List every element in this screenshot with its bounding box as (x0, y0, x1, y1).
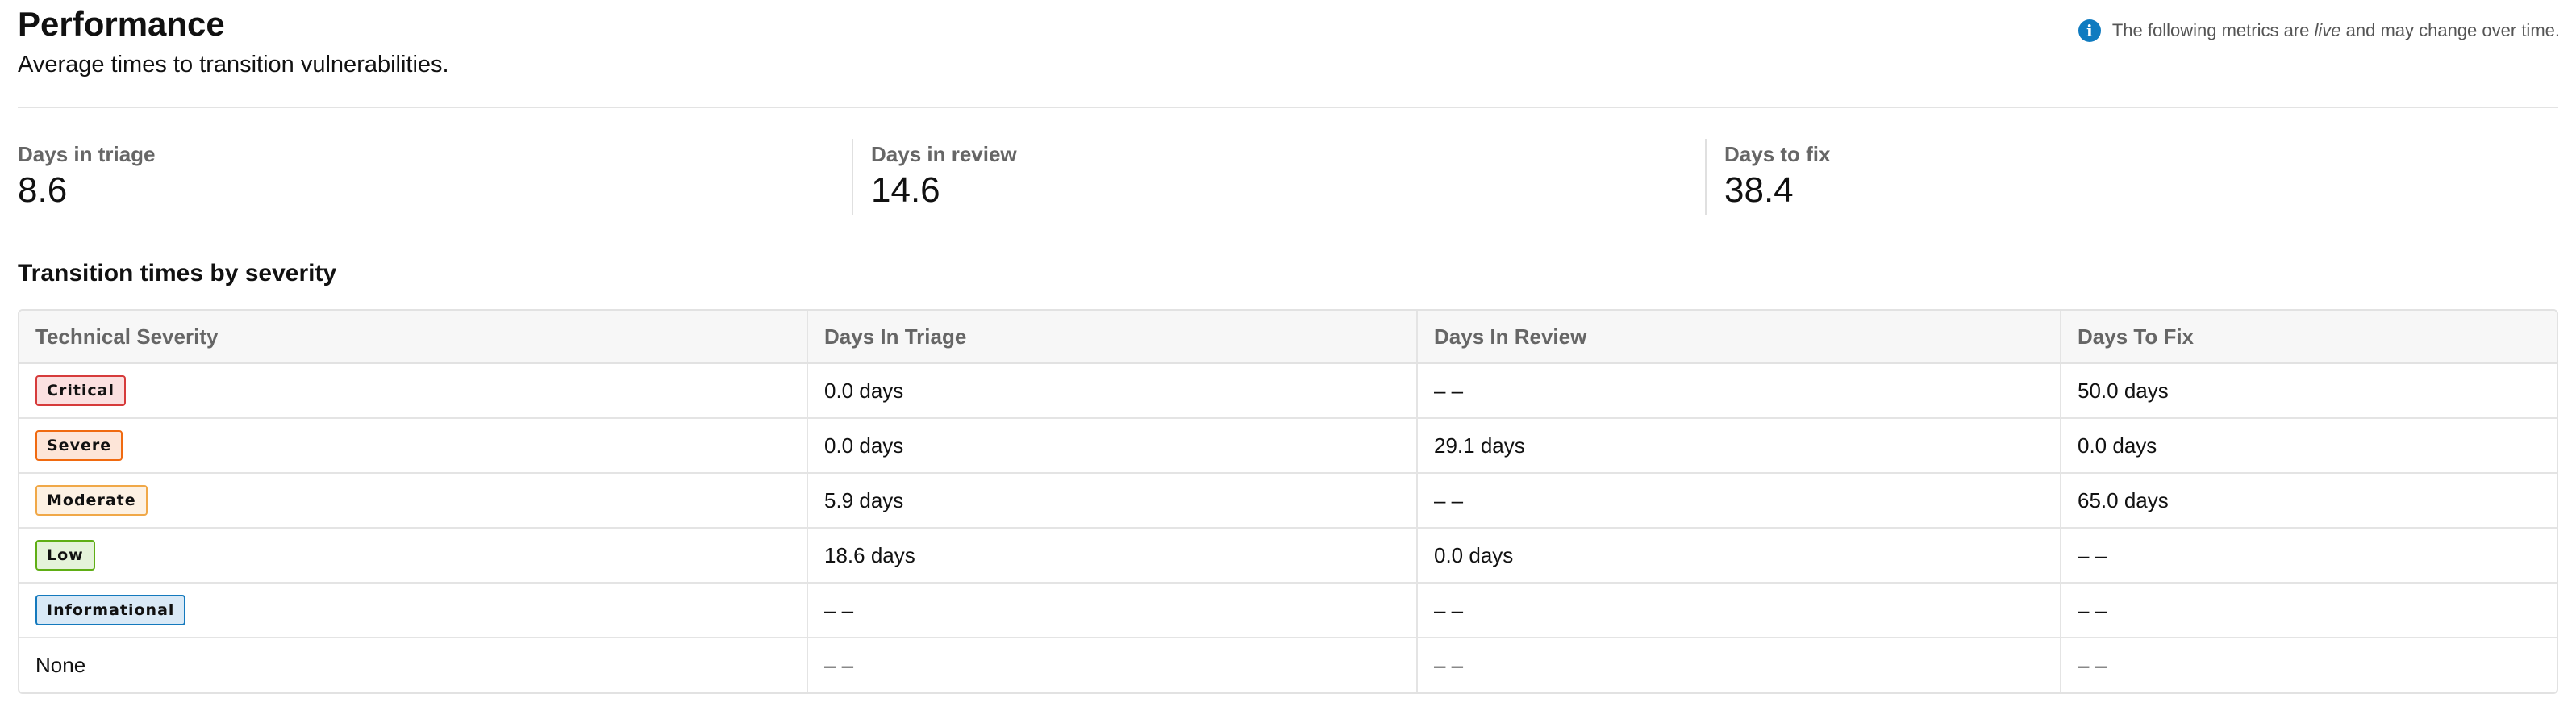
severity-badge-informational: Informational (35, 595, 186, 625)
column-header-days-in-review[interactable]: Days In Review (1417, 311, 2061, 364)
table-row: Informational – – – – – – (19, 582, 2557, 638)
table-header-row: Technical Severity Days In Triage Days I… (19, 311, 2557, 364)
metric-value: 14.6 (871, 170, 940, 210)
days-review-cell: 0.0 days (1417, 527, 2061, 583)
severity-badge-moderate: Moderate (35, 485, 148, 516)
metric-value: 8.6 (18, 170, 68, 210)
days-fix-cell: 0.0 days (2061, 417, 2557, 473)
column-header-days-to-fix[interactable]: Days To Fix (2061, 311, 2557, 364)
metric-label: Days to fix (1724, 142, 1831, 166)
metric-days-in-triage: Days in triage 8.6 (18, 139, 852, 215)
section-title: Transition times by severity (18, 260, 337, 287)
severity-table: Technical Severity Days In Triage Days I… (18, 309, 2558, 694)
days-review-cell: 29.1 days (1417, 417, 2061, 473)
info-icon: i (2078, 19, 2101, 42)
days-triage-cell: 0.0 days (807, 363, 1418, 418)
metric-label: Days in review (871, 142, 1017, 166)
page-title: Performance (18, 5, 225, 43)
severity-badge-critical: Critical (35, 375, 127, 406)
table-row: Low 18.6 days 0.0 days – – (19, 527, 2557, 583)
severity-cell: Informational (19, 582, 808, 638)
page-subtitle: Average times to transition vulnerabilit… (18, 52, 449, 77)
live-metrics-notice: i The following metrics are live and may… (2078, 19, 2560, 42)
days-fix-cell: 50.0 days (2078, 378, 2169, 403)
severity-label: None (35, 653, 86, 677)
days-review-cell: – – (1417, 363, 2061, 418)
severity-cell: Low (19, 527, 808, 583)
metric-label: Days in triage (18, 142, 156, 166)
days-triage-cell: – – (807, 582, 1418, 638)
severity-cell: None (19, 637, 808, 692)
days-fix-cell: – – (2061, 637, 2557, 692)
days-triage-cell: 0.0 days (807, 417, 1418, 473)
days-fix-cell: – – (2061, 527, 2557, 583)
days-triage-cell: – – (807, 637, 1418, 692)
severity-badge-low: Low (35, 540, 95, 571)
severity-cell: Critical (19, 363, 808, 418)
table-row: Severe 0.0 days 29.1 days 0.0 days (19, 417, 2557, 473)
severity-cell: Moderate (19, 472, 808, 528)
notice-emphasis: live (2314, 20, 2341, 40)
table-row: None – – – – – – (19, 637, 2557, 692)
metric-days-in-review: Days in review 14.6 (852, 139, 1705, 215)
metric-days-to-fix: Days to fix 38.4 (1705, 139, 2558, 215)
days-fix-cell: – – (2061, 582, 2557, 638)
severity-cell: Severe (19, 417, 808, 473)
table-row: Critical 0.0 days – – 50.0 days (19, 363, 2557, 418)
days-review-cell: – – (1417, 582, 2061, 638)
days-triage-cell: 18.6 days (807, 527, 1418, 583)
days-review-cell: – – (1417, 472, 2061, 528)
days-review-cell: – – (1417, 637, 2061, 692)
column-header-technical-severity[interactable]: Technical Severity (19, 311, 808, 364)
severity-badge-severe: Severe (35, 430, 123, 461)
metric-value: 38.4 (1724, 170, 1794, 210)
table-row: Moderate 5.9 days – –65.0 days (19, 472, 2557, 528)
column-header-days-in-triage[interactable]: Days In Triage (807, 311, 1418, 364)
metrics-summary: Days in triage 8.6 Days in review 14.6 D… (18, 139, 2558, 215)
days-triage-cell: 5.9 days (807, 472, 1418, 528)
header-divider (18, 107, 2558, 108)
days-fix-cell: 65.0 days (2061, 472, 2557, 528)
notice-text: The following metrics are live and may c… (2111, 20, 2560, 40)
